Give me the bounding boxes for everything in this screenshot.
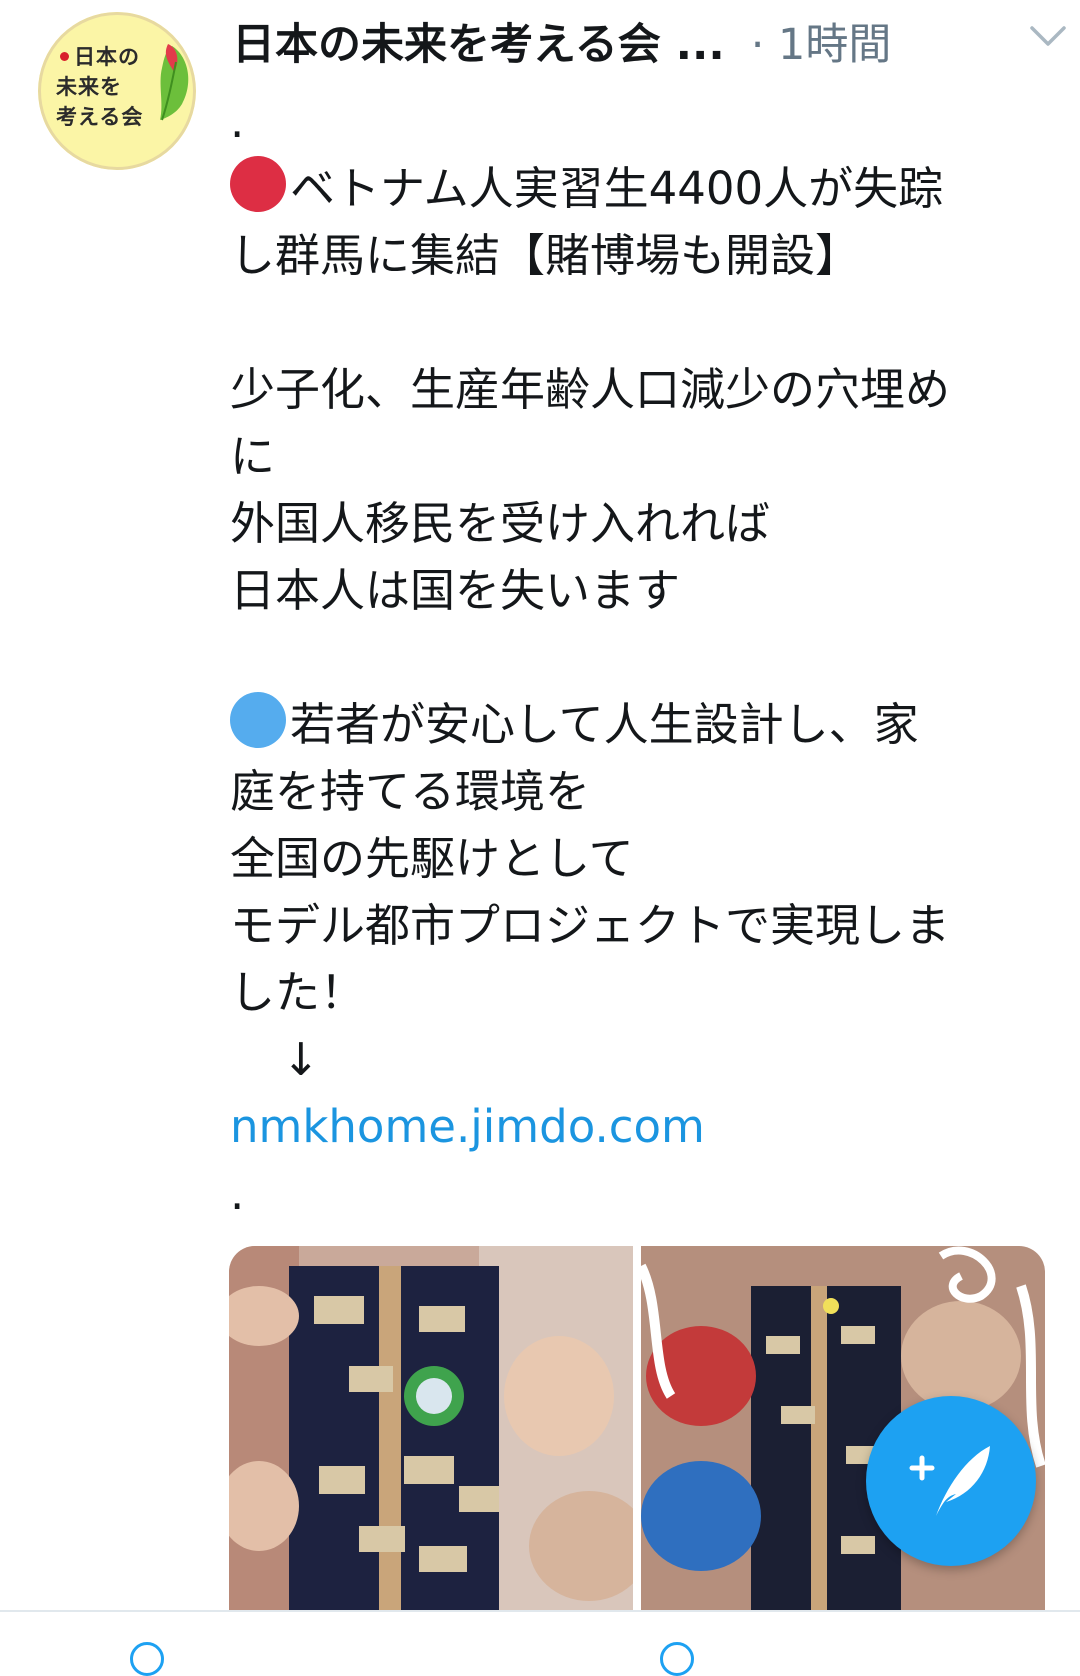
tweet-header: 日本の未来を考える会 ... · 1時間	[232, 6, 1060, 76]
photo-1[interactable]	[229, 1246, 633, 1610]
text-line: 庭を持てる環境を	[230, 765, 591, 818]
chevron-down-icon[interactable]	[1028, 20, 1068, 50]
text-line: 日本人は国を失います	[230, 564, 681, 617]
down-arrow: ↓	[282, 1033, 320, 1086]
text-line: .	[230, 1167, 245, 1220]
text-line: .	[230, 95, 245, 148]
tweet-link[interactable]: nmkhome.jimdo.com	[230, 1093, 1060, 1160]
text-line: 若者が安心して人生設計し、家	[230, 691, 1060, 758]
text-line: ベトナム人実習生4400人が失踪	[230, 155, 1060, 222]
home-icon[interactable]	[130, 1642, 164, 1676]
leaf-icon	[160, 44, 189, 121]
red-circle-icon	[230, 156, 286, 212]
text-line: 全国の先駆けとして	[230, 832, 634, 885]
tweet[interactable]: 日本の 未来を 考える会 日本の未来を考える会 ... · 1時間 . ベトナム…	[0, 0, 1080, 1610]
timestamp[interactable]: · 1時間	[751, 10, 892, 72]
text-line: 少子化、生産年齢人口減少の穴埋め	[230, 363, 951, 416]
text-line: モデル都市プロジェクトで実現しま	[230, 899, 951, 952]
blue-circle-icon	[230, 692, 286, 748]
search-icon[interactable]	[660, 1642, 694, 1676]
compose-tweet-icon	[909, 1446, 990, 1516]
avatar[interactable]: 日本の 未来を 考える会	[38, 12, 196, 170]
compose-tweet-button[interactable]	[866, 1396, 1036, 1566]
display-name[interactable]: 日本の未来を考える会 ...	[232, 10, 725, 72]
text-line-content: 若者が安心して人生設計し、家	[290, 698, 919, 751]
text-line: し群馬に集結【賭博場も開設】	[230, 229, 861, 282]
tweet-text: . ベトナム人実習生4400人が失踪 し群馬に集結【賭博場も開設】 少子化、生産…	[230, 88, 1060, 1227]
text-line-content: ベトナム人実習生4400人が失踪	[290, 162, 944, 215]
text-line: 外国人移民を受け入れれば	[230, 497, 771, 550]
text-line: に	[230, 430, 276, 483]
photo-1-image	[229, 1246, 633, 1610]
bottom-navigation	[0, 1610, 1080, 1676]
text-line: した！	[230, 966, 366, 1019]
